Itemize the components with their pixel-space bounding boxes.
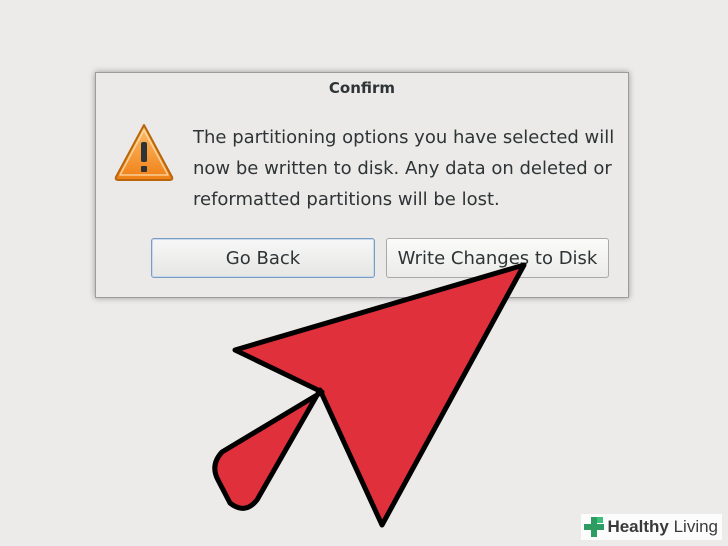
plus-cross-icon xyxy=(584,517,605,537)
dialog-message: The partitioning options you have select… xyxy=(193,127,615,210)
watermark-bold: Healthy xyxy=(607,517,669,536)
watermark-rest: Living xyxy=(668,517,718,536)
go-back-button[interactable]: Go Back xyxy=(151,238,375,278)
watermark: Healthy Living xyxy=(581,514,722,540)
write-changes-button[interactable]: Write Changes to Disk xyxy=(386,238,609,278)
dialog-title: Confirm xyxy=(328,79,396,97)
warning-icon xyxy=(114,124,174,181)
watermark-text: Healthy Living xyxy=(607,517,718,537)
confirm-dialog: Confirm The partitioning options you hav… xyxy=(95,72,629,298)
